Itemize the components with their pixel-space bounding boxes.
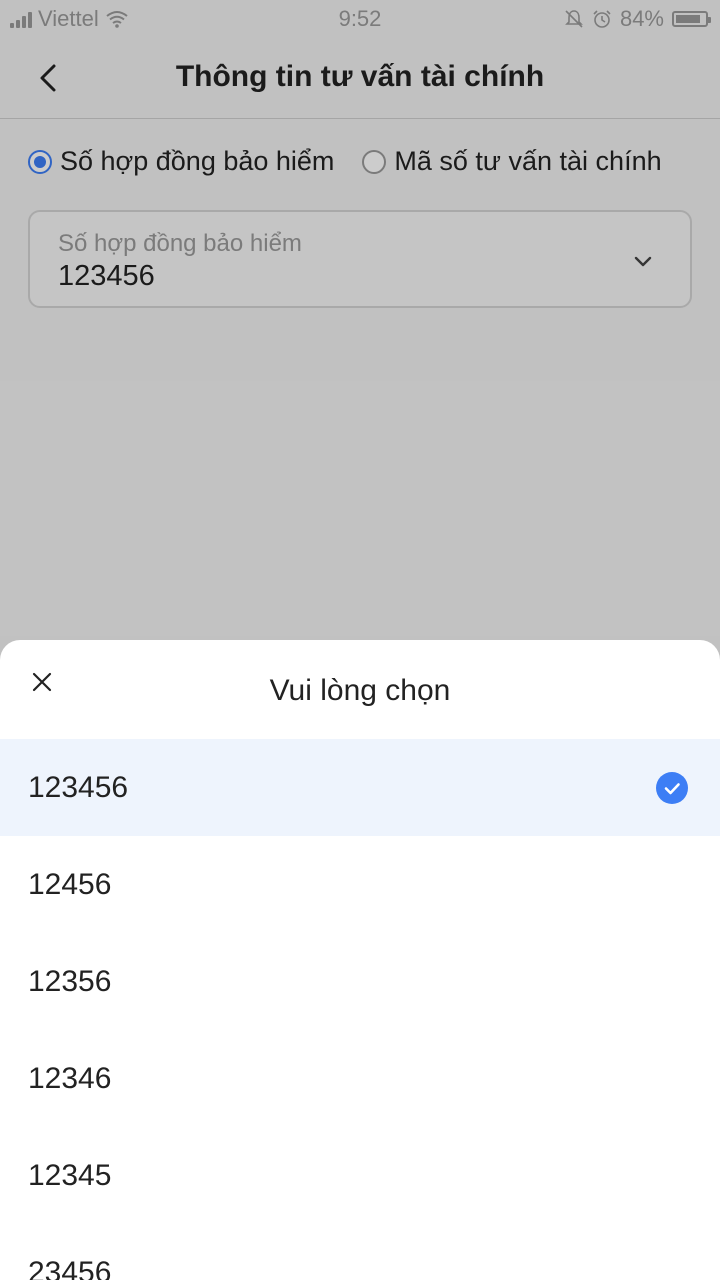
picker-title: Vui lòng chọn — [269, 674, 451, 707]
picker-option[interactable]: 12356 — [0, 933, 720, 1030]
option-label: 12346 — [28, 1061, 112, 1095]
picker-option[interactable]: 12346 — [0, 1030, 720, 1127]
option-label: 23456 — [28, 1255, 112, 1280]
option-label: 12356 — [28, 964, 112, 998]
option-label: 123456 — [28, 770, 129, 804]
check-icon — [656, 772, 688, 804]
picker-option[interactable]: 123456 — [0, 739, 720, 836]
picker-option[interactable]: 12345 — [0, 1127, 720, 1224]
picker-bottom-sheet: Vui lòng chọn 123456 12456 12356 12346 1… — [0, 640, 720, 1280]
picker-option-list: 123456 12456 12356 12346 12345 23456 — [0, 739, 720, 1280]
picker-option[interactable]: 23456 — [0, 1224, 720, 1280]
picker-option[interactable]: 12456 — [0, 836, 720, 933]
option-label: 12456 — [28, 867, 112, 901]
option-label: 12345 — [28, 1158, 112, 1192]
